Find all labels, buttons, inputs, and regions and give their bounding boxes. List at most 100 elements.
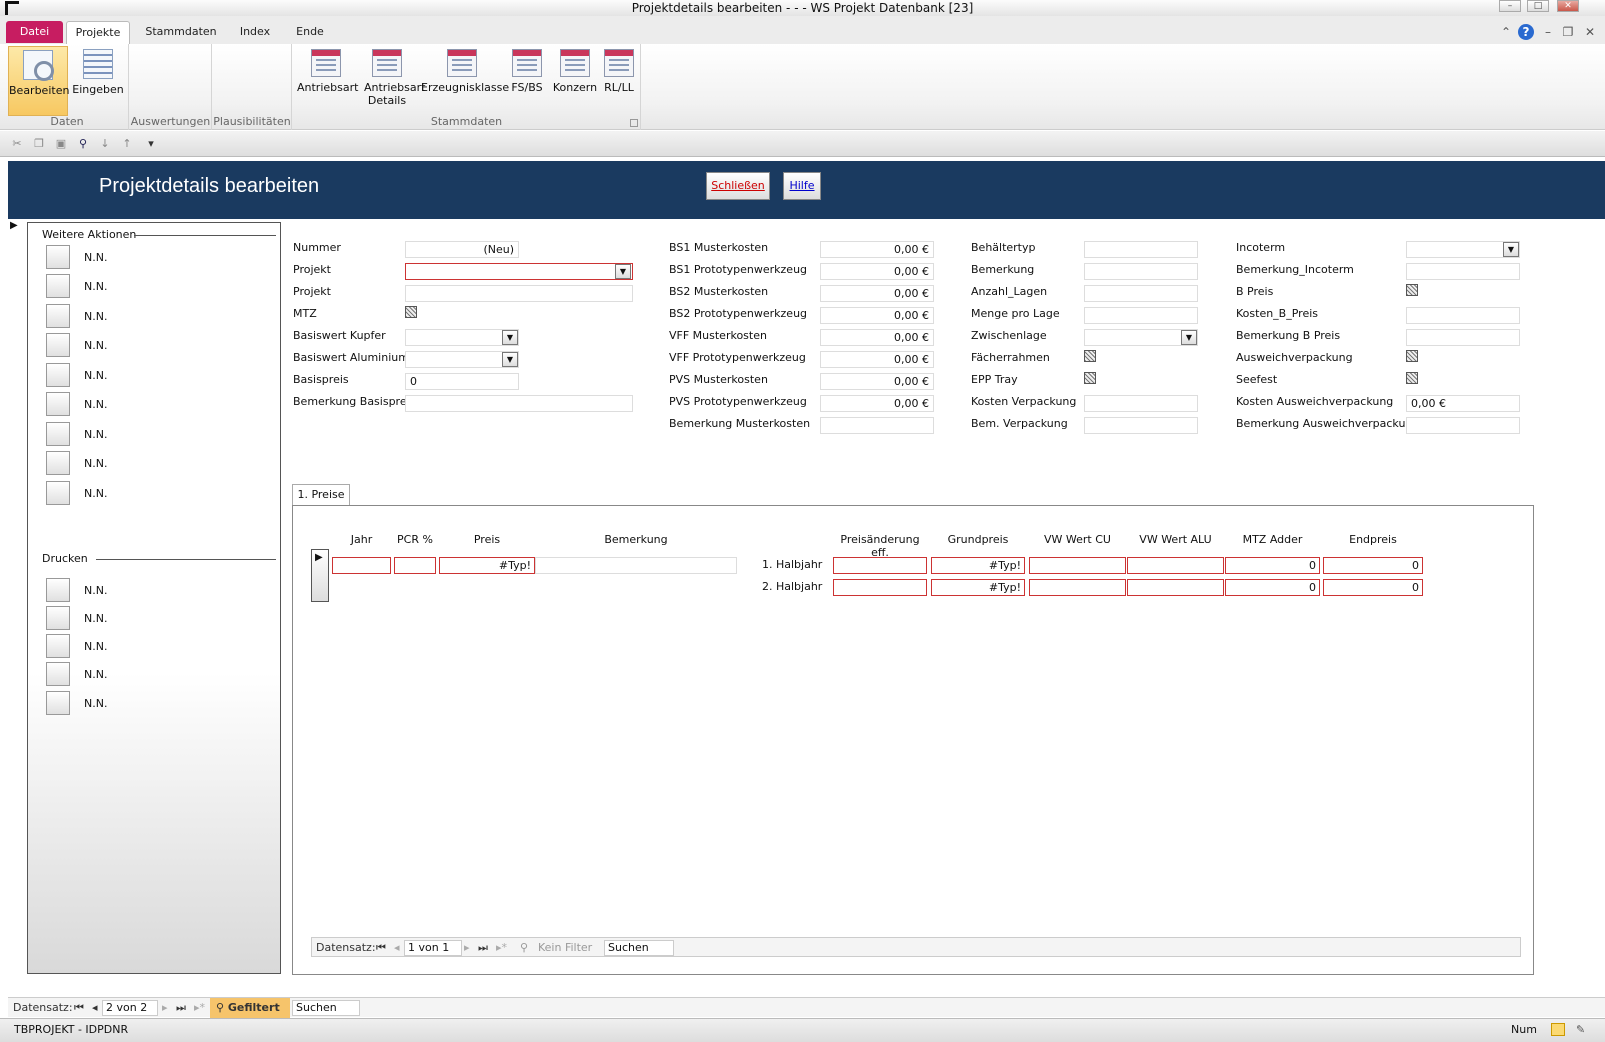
price-cell[interactable]: 0: [1225, 557, 1320, 574]
projekt-name-field[interactable]: [405, 285, 633, 302]
dialog-launcher-icon[interactable]: [630, 119, 638, 127]
filter-icon[interactable]: ⚲: [520, 938, 528, 958]
restore-doc-icon[interactable]: ❐: [1560, 24, 1576, 40]
cost-field-6[interactable]: 0,00 €: [820, 351, 934, 368]
tab-datei[interactable]: Datei: [6, 21, 63, 43]
cost-field-3[interactable]: 0,00 €: [820, 285, 934, 302]
eingeben-button[interactable]: Eingeben: [70, 46, 126, 96]
search-box[interactable]: Suchen: [292, 1000, 360, 1016]
prev-record-icon[interactable]: ◂: [92, 998, 98, 1018]
record-selector-icon[interactable]: ▶: [10, 220, 24, 232]
antriebsart-details-button[interactable]: Antriebsart Details: [357, 46, 425, 107]
first-record-icon[interactable]: ⏮: [376, 938, 386, 958]
field-col3-9[interactable]: [1084, 417, 1198, 434]
checkbox-col3-6[interactable]: [1084, 350, 1096, 362]
preis-cell[interactable]: #Typ!: [439, 557, 535, 574]
action-button-2[interactable]: [46, 274, 70, 298]
checkbox-col4-6[interactable]: [1406, 350, 1418, 362]
price-cell[interactable]: [833, 579, 927, 596]
price-cell[interactable]: #Typ!: [931, 579, 1025, 596]
prev-record-icon[interactable]: ◂: [394, 938, 400, 958]
sort-ascending-icon[interactable]: ↓: [98, 137, 112, 151]
filter-status[interactable]: Kein Filter: [538, 938, 592, 958]
bemerkung-basispreis-field[interactable]: [405, 395, 633, 412]
tab-projekte[interactable]: Projekte: [66, 21, 130, 45]
print-button-2[interactable]: [46, 606, 70, 630]
cost-field-5[interactable]: 0,00 €: [820, 329, 934, 346]
bearbeiten-button[interactable]: Bearbeiten: [8, 46, 69, 116]
chevron-down-icon[interactable]: ▼: [1181, 330, 1197, 345]
new-record-icon[interactable]: ▸*: [496, 938, 507, 958]
basispreis-field[interactable]: 0: [405, 373, 519, 390]
tab-stammdaten[interactable]: Stammdaten: [142, 21, 220, 43]
field-col3-4[interactable]: [1084, 307, 1198, 324]
field-col3-2[interactable]: [1084, 263, 1198, 280]
erzeugnisklasse-button[interactable]: Erzeugnisklasse: [421, 46, 509, 94]
tab-index[interactable]: Index: [232, 21, 278, 43]
price-cell[interactable]: [1127, 557, 1224, 574]
price-cell[interactable]: [1127, 579, 1224, 596]
search-box[interactable]: Suchen: [604, 940, 674, 956]
field-col3-3[interactable]: [1084, 285, 1198, 302]
nummer-field[interactable]: (Neu): [405, 241, 519, 258]
field-col4-9[interactable]: [1406, 417, 1520, 434]
record-position[interactable]: 2 von 2: [102, 1000, 158, 1016]
antriebsart-button[interactable]: Antriebsart: [297, 46, 358, 94]
form-view-icon[interactable]: [1551, 1023, 1565, 1036]
maximize-button[interactable]: □: [1527, 0, 1549, 12]
print-button-3[interactable]: [46, 634, 70, 658]
close-window-button[interactable]: ✕: [1557, 0, 1579, 12]
fs-bs-button[interactable]: FS/BS: [505, 46, 549, 94]
field-col3-1[interactable]: [1084, 241, 1198, 258]
subform-record-selector[interactable]: ▶: [311, 549, 329, 602]
action-button-8[interactable]: [46, 451, 70, 475]
bemerkung-cell[interactable]: [535, 557, 737, 574]
first-record-icon[interactable]: ⏮: [74, 998, 84, 1018]
minimize-doc-icon[interactable]: –: [1540, 24, 1556, 40]
find-icon[interactable]: ⚲: [76, 137, 90, 151]
price-cell[interactable]: 0: [1323, 579, 1423, 596]
record-position[interactable]: 1 von 1: [404, 940, 462, 956]
customize-toolbar-icon[interactable]: ▾: [144, 137, 158, 151]
price-cell[interactable]: [1029, 579, 1126, 596]
rl-ll-button[interactable]: RL/LL: [599, 46, 639, 94]
print-button-5[interactable]: [46, 691, 70, 715]
schliessen-button[interactable]: Schließen: [706, 172, 770, 200]
tab-preise[interactable]: 1. Preise: [292, 484, 350, 506]
field-col3-8[interactable]: [1084, 395, 1198, 412]
action-button-7[interactable]: [46, 422, 70, 446]
price-cell[interactable]: #Typ!: [931, 557, 1025, 574]
collapse-ribbon-icon[interactable]: ⌃: [1498, 24, 1514, 40]
action-button-4[interactable]: [46, 333, 70, 357]
jahr-cell[interactable]: [332, 557, 391, 574]
cost-field-2[interactable]: 0,00 €: [820, 263, 934, 280]
sort-descending-icon[interactable]: ↑: [120, 137, 134, 151]
price-cell[interactable]: 0: [1323, 557, 1423, 574]
paste-icon[interactable]: ▣: [54, 137, 68, 151]
help-icon[interactable]: ?: [1518, 24, 1534, 40]
checkbox-col3-7[interactable]: [1084, 372, 1096, 384]
price-cell[interactable]: [833, 557, 927, 574]
cost-field-4[interactable]: 0,00 €: [820, 307, 934, 324]
next-record-icon[interactable]: ▸: [162, 998, 168, 1018]
new-record-icon[interactable]: ▸*: [194, 998, 205, 1018]
cost-field-8[interactable]: 0,00 €: [820, 395, 934, 412]
field-col4-2[interactable]: [1406, 263, 1520, 280]
mtz-checkbox[interactable]: [405, 306, 417, 318]
minimize-button[interactable]: –: [1499, 0, 1521, 12]
field-col4-5[interactable]: [1406, 329, 1520, 346]
hilfe-button[interactable]: Hilfe: [783, 172, 821, 200]
pcr-cell[interactable]: [394, 557, 436, 574]
print-button-4[interactable]: [46, 662, 70, 686]
field-col4-8[interactable]: 0,00 €: [1406, 395, 1520, 412]
checkbox-col4-7[interactable]: [1406, 372, 1418, 384]
tab-ende[interactable]: Ende: [290, 21, 330, 43]
action-button-5[interactable]: [46, 363, 70, 387]
filtered-toggle[interactable]: ⚲ Gefiltert: [210, 998, 290, 1018]
cost-field-1[interactable]: 0,00 €: [820, 241, 934, 258]
chevron-down-icon[interactable]: ▼: [502, 352, 518, 367]
action-button-3[interactable]: [46, 304, 70, 328]
design-view-icon[interactable]: ✎: [1576, 1019, 1585, 1041]
cost-field-7[interactable]: 0,00 €: [820, 373, 934, 390]
close-doc-icon[interactable]: ✕: [1582, 24, 1598, 40]
